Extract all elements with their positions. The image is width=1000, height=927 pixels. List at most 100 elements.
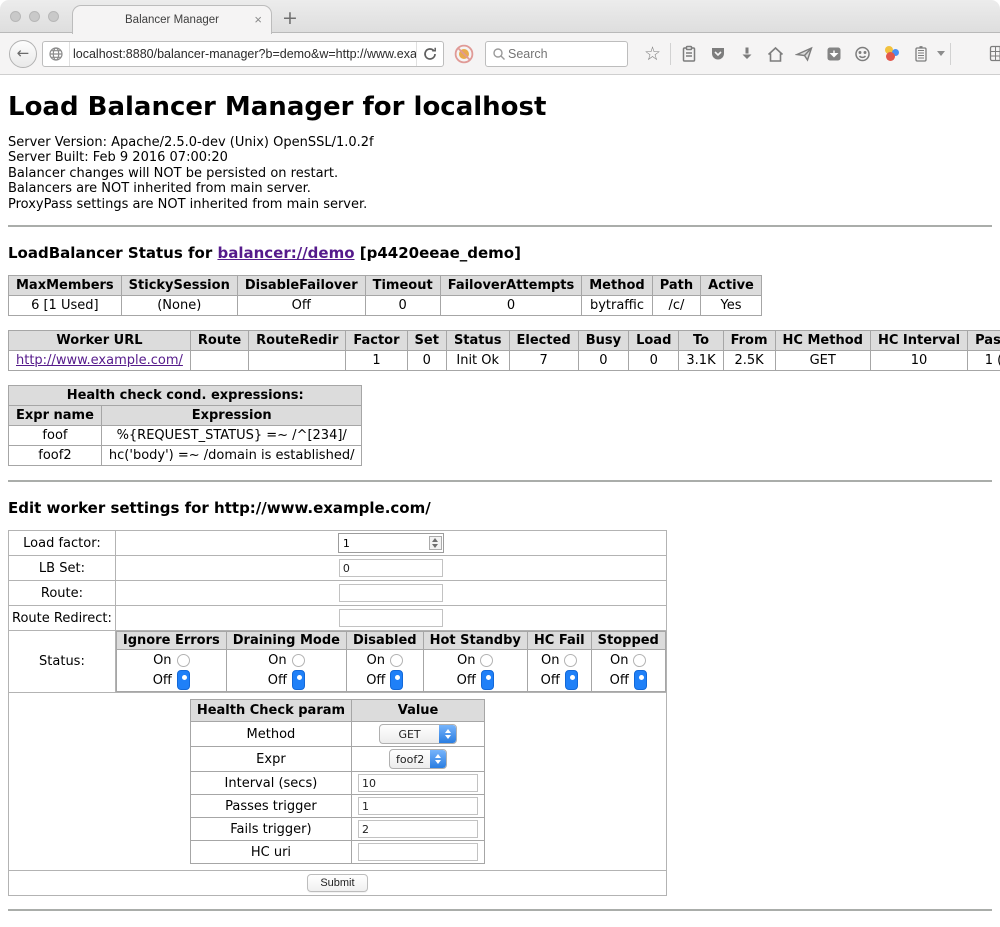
persist-note-line: Balancer changes will NOT be persisted o… xyxy=(8,166,992,181)
red-dot xyxy=(886,52,895,61)
tab-balancer-manager[interactable]: Balancer Manager × xyxy=(72,5,272,34)
radio-stopped-off[interactable] xyxy=(634,670,647,690)
reader-download-icon[interactable] xyxy=(823,43,844,65)
hc-uri-input[interactable] xyxy=(358,843,478,861)
url-text[interactable]: localhost:8880/balancer-manager?b=demo&w… xyxy=(70,47,416,61)
tab-bar: Balancer Manager × + xyxy=(0,0,1000,33)
hc-interval-row: Interval (secs) xyxy=(190,772,484,795)
health-check-row: Health Check param Value Method GET xyxy=(9,693,667,871)
page-content: Load Balancer Manager for localhost Serv… xyxy=(0,92,1000,911)
server-built-line: Server Built: Feb 9 2016 07:00:20 xyxy=(8,150,992,165)
radio-hot-standby-off[interactable] xyxy=(481,670,494,690)
expr-table-title: Health check cond. expressions: xyxy=(9,386,362,406)
lb-set-input[interactable] xyxy=(339,559,443,577)
download-icon[interactable] xyxy=(736,43,757,65)
hc-method-row: Method GET xyxy=(190,722,484,747)
loadbalancer-status-heading: LoadBalancer Status for balancer://demo … xyxy=(8,244,992,262)
load-factor-row: Load factor: xyxy=(9,531,667,556)
col-path: Path xyxy=(652,276,700,296)
divider xyxy=(950,43,951,65)
reading-list-icon[interactable] xyxy=(678,43,699,65)
table-row: http://www.example.com/ 1 0 Init Ok 7 0 … xyxy=(9,351,1000,371)
zoom-window-button[interactable] xyxy=(48,11,59,22)
status-radio-row: On Off On Off On Off xyxy=(116,650,665,692)
chevron-down-icon[interactable] xyxy=(937,51,945,56)
number-stepper-icon[interactable] xyxy=(429,536,442,550)
hc-uri-row: HC uri xyxy=(190,841,484,864)
col-disabled: Disabled xyxy=(346,632,423,650)
load-factor-label: Load factor: xyxy=(9,531,116,556)
table-header-row: Expr name Expression xyxy=(9,406,362,426)
browser-window: Balancer Manager × + ← localhost:8880/ba… xyxy=(0,0,1000,927)
lb-set-row: LB Set: xyxy=(9,556,667,581)
hc-interval-label: Interval (secs) xyxy=(190,772,351,795)
load-factor-input[interactable] xyxy=(340,536,429,551)
hc-passes-label: Passes trigger xyxy=(190,795,351,818)
url-bar[interactable]: localhost:8880/balancer-manager?b=demo&w… xyxy=(42,41,444,67)
back-button[interactable]: ← xyxy=(9,40,37,68)
col-active: Active xyxy=(701,276,762,296)
reload-icon[interactable] xyxy=(417,42,443,66)
col-hot-standby: Hot Standby xyxy=(423,632,527,650)
bookmark-star-icon[interactable]: ☆ xyxy=(642,43,663,65)
radio-disabled-off[interactable] xyxy=(390,670,403,690)
send-plane-icon[interactable] xyxy=(794,43,815,65)
minimize-window-button[interactable] xyxy=(29,11,40,22)
close-window-button[interactable] xyxy=(10,11,21,22)
radio-ignore-errors-off[interactable] xyxy=(177,670,190,690)
menu-hamburger-icon[interactable] xyxy=(958,43,979,65)
extension-colored-dots-icon[interactable] xyxy=(881,43,902,65)
worker-url-link[interactable]: http://www.example.com/ xyxy=(16,353,183,368)
balancer-status-table: MaxMembers StickySession DisableFailover… xyxy=(8,275,762,316)
select-stepper-icon xyxy=(430,750,446,768)
radio-hot-standby-on[interactable] xyxy=(480,654,493,667)
window-controls[interactable] xyxy=(10,11,59,22)
radio-disabled-on[interactable] xyxy=(390,654,403,667)
submit-row: Submit xyxy=(9,871,667,896)
route-redirect-row: Route Redirect: xyxy=(9,606,667,631)
route-redirect-input[interactable] xyxy=(339,609,443,627)
col-hc-fail: HC Fail xyxy=(527,632,591,650)
tiles-grid-icon[interactable] xyxy=(987,43,1000,65)
search-input[interactable] xyxy=(506,46,606,62)
chat-smiley-icon[interactable] xyxy=(852,43,873,65)
globe-icon[interactable] xyxy=(43,42,69,66)
status-row: Status: Ignore Errors Draining Mode Disa… xyxy=(9,631,667,693)
table-row: 6 [1 Used] (None) Off 0 0 bytraffic /c/ … xyxy=(9,296,762,316)
pocket-icon[interactable] xyxy=(707,43,728,65)
radio-ignore-errors-on[interactable] xyxy=(177,654,190,667)
col-method: Method xyxy=(582,276,652,296)
inherit-note-line: Balancers are NOT inherited from main se… xyxy=(8,181,992,196)
hc-method-select[interactable]: GET xyxy=(379,724,457,744)
balancer-demo-link[interactable]: balancer://demo xyxy=(217,244,354,262)
search-icon xyxy=(492,47,506,61)
radio-draining-mode-off[interactable] xyxy=(292,670,305,690)
panel-list-icon[interactable] xyxy=(910,43,931,65)
home-icon[interactable] xyxy=(765,43,786,65)
radio-draining-mode-on[interactable] xyxy=(292,654,305,667)
radio-stopped-on[interactable] xyxy=(633,654,646,667)
server-info: Server Version: Apache/2.5.0-dev (Unix) … xyxy=(8,135,992,212)
health-check-param-table: Health Check param Value Method GET xyxy=(190,699,485,864)
radio-hc-fail-off[interactable] xyxy=(565,670,578,690)
submit-button[interactable]: Submit xyxy=(307,874,367,892)
hc-passes-input[interactable] xyxy=(358,797,478,815)
hc-expr-row: Expr foof2 xyxy=(190,747,484,772)
toolbar-icons: ☆ xyxy=(638,43,1000,65)
search-box[interactable] xyxy=(485,41,628,67)
load-factor-input-wrap xyxy=(338,533,444,553)
adblock-disabled-icon[interactable] xyxy=(453,43,475,65)
hc-interval-input[interactable] xyxy=(358,774,478,792)
divider-rule xyxy=(8,480,992,482)
route-input[interactable] xyxy=(339,584,443,602)
hc-fails-input[interactable] xyxy=(358,820,478,838)
radio-hc-fail-on[interactable] xyxy=(564,654,577,667)
hc-expr-select[interactable]: foof2 xyxy=(389,749,447,769)
table-header-row: MaxMembers StickySession DisableFailover… xyxy=(9,276,762,296)
tab-close-icon[interactable]: × xyxy=(254,12,262,27)
divider-rule xyxy=(8,909,992,911)
table-row: foof2 hc('body') =~ /domain is establish… xyxy=(9,446,362,466)
server-version-line: Server Version: Apache/2.5.0-dev (Unix) … xyxy=(8,135,992,150)
new-tab-button[interactable]: + xyxy=(282,5,298,31)
hc-fails-label: Fails trigger) xyxy=(190,818,351,841)
